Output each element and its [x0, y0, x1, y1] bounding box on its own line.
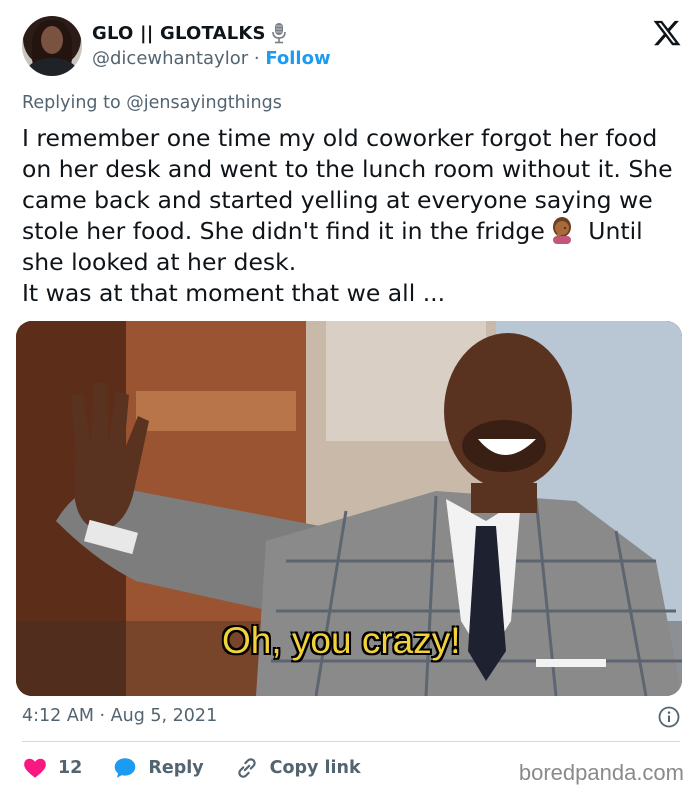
- speech-bubble-icon: [115, 758, 136, 778]
- display-name[interactable]: GLO || GLOTALKS: [92, 23, 266, 44]
- like-button[interactable]: 12: [22, 755, 82, 781]
- action-bar: 12 Reply Copy link: [22, 754, 391, 782]
- woman-facepalming-emoji-icon: [552, 217, 571, 244]
- avatar[interactable]: [22, 16, 82, 76]
- watermark: boredpanda.com: [518, 760, 684, 785]
- link-icon: [237, 758, 256, 778]
- follow-button[interactable]: Follow: [265, 48, 330, 69]
- info-icon[interactable]: [658, 706, 680, 728]
- x-logo-icon[interactable]: [652, 18, 682, 48]
- timestamp-separator: ·: [99, 706, 106, 726]
- timestamp-row: 4:12 AM · Aug 5, 2021: [22, 706, 680, 730]
- tweet-date[interactable]: Aug 5, 2021: [111, 706, 218, 726]
- reply-label: Reply: [148, 758, 204, 778]
- handle-separator: ·: [253, 48, 260, 69]
- tweet-text: I remember one time my old coworker forg…: [22, 123, 682, 309]
- meme-caption: Oh, you crazy!: [222, 620, 461, 661]
- reply-mention[interactable]: @jensayingthings: [126, 93, 282, 113]
- name-row: GLO || GLOTALKS: [92, 22, 288, 44]
- tweet-header: GLO || GLOTALKS @dicewhantaylor · Follow: [22, 16, 682, 78]
- copy-link-label: Copy link: [269, 758, 361, 778]
- tweet-time[interactable]: 4:12 AM: [22, 706, 94, 726]
- copy-link-button[interactable]: Copy link: [234, 755, 361, 781]
- reply-context: Replying to @jensayingthings: [22, 93, 282, 113]
- heart-icon: [24, 758, 46, 778]
- reply-prefix: Replying to: [22, 93, 121, 113]
- divider: [22, 741, 680, 742]
- reply-button[interactable]: Reply: [112, 755, 204, 781]
- handle[interactable]: @dicewhantaylor: [92, 48, 248, 69]
- handle-row: @dicewhantaylor · Follow: [92, 48, 331, 69]
- microphone-icon: [271, 23, 286, 44]
- like-count: 12: [58, 758, 83, 778]
